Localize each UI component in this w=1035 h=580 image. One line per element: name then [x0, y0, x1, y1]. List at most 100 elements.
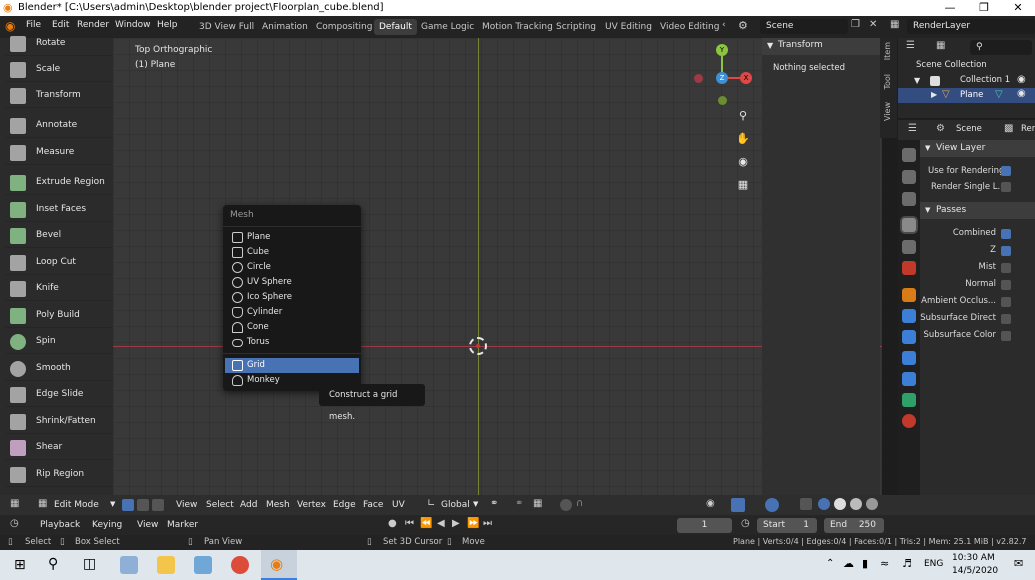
wifi-icon[interactable]: ≈ — [880, 557, 889, 570]
header-menu-face[interactable]: Face — [363, 500, 383, 510]
menu-file[interactable]: File — [26, 20, 41, 30]
camera-icon[interactable]: ◉ — [733, 152, 753, 172]
start-frame-field[interactable]: Start 1 — [757, 518, 817, 533]
notification-icon[interactable]: ✉ — [1014, 557, 1023, 570]
app-icon-1[interactable] — [120, 556, 138, 574]
clock-date[interactable]: 14/5/2020 — [952, 566, 998, 576]
pan-hand-icon[interactable]: ✋ — [733, 129, 753, 149]
data-props-icon[interactable] — [902, 393, 916, 407]
timeline-editor-icon[interactable]: ◷ — [10, 518, 19, 529]
collection-checkbox[interactable] — [930, 76, 940, 86]
chrome-icon[interactable] — [231, 556, 249, 574]
header-menu-uv[interactable]: UV — [392, 500, 405, 510]
menu-item-plane[interactable]: Plane — [225, 230, 359, 245]
show-hidden-icon[interactable]: ⌃ — [826, 558, 834, 569]
scene-tab[interactable]: Scene — [956, 124, 982, 134]
modifier-props-icon[interactable] — [902, 309, 916, 323]
tool-shear[interactable]: Shear — [6, 436, 111, 460]
edge-select-icon[interactable] — [137, 499, 149, 511]
workspace-tab-default[interactable]: Default — [374, 19, 417, 35]
gizmo-y-icon[interactable]: Y — [716, 44, 728, 56]
world-props-icon[interactable] — [902, 261, 916, 275]
scene-props-icon[interactable] — [902, 240, 916, 254]
object-props-icon[interactable] — [902, 288, 916, 302]
renderlayer-field[interactable]: RenderLayer — [907, 19, 1035, 34]
tool-scale[interactable]: Scale — [6, 58, 111, 82]
gizmo-neg-y-icon[interactable] — [718, 96, 727, 105]
eye-icon[interactable]: ◉ — [1017, 88, 1026, 99]
task-view-icon[interactable]: ◫ — [83, 556, 96, 572]
tool-extrude-region[interactable]: Extrude Region — [6, 171, 111, 195]
ortho-grid-icon[interactable]: ▦ — [733, 175, 753, 195]
header-menu-vertex[interactable]: Vertex — [297, 500, 326, 510]
scene-selector-icon[interactable]: ⚙ — [738, 19, 748, 32]
blender-menu-icon[interactable]: ◉ — [5, 19, 15, 33]
workspace-tab-animation[interactable]: Animation — [257, 19, 313, 35]
orientation-selector[interactable]: Global — [441, 500, 470, 510]
view-layer-props-icon[interactable] — [902, 218, 916, 232]
pass-checkbox[interactable] — [1001, 331, 1011, 341]
menu-item-uv-sphere[interactable]: UV Sphere — [225, 275, 359, 290]
end-frame-field[interactable]: End 250 — [824, 518, 884, 533]
tool-smooth[interactable]: Smooth — [6, 357, 111, 381]
tab-item[interactable]: Item — [883, 42, 892, 60]
workspace-tab-compositing[interactable]: Compositing — [311, 19, 377, 35]
particles-props-icon[interactable] — [902, 330, 916, 344]
workspace-tab-scripting[interactable]: Scripting — [551, 19, 601, 35]
editor-type-icon[interactable]: ▦ — [10, 498, 19, 509]
timeline-menu-marker[interactable]: Marker — [167, 520, 198, 530]
collection-item[interactable]: Collection 1 — [960, 75, 1010, 85]
scene-collection[interactable]: Scene Collection — [916, 60, 987, 70]
menu-render[interactable]: Render — [77, 20, 109, 30]
new-scene-icon[interactable]: ❐ — [851, 19, 860, 30]
volume-icon[interactable]: ♬ — [902, 557, 912, 570]
menu-help[interactable]: Help — [157, 20, 178, 30]
pass-checkbox[interactable] — [1001, 297, 1011, 307]
windows-start-icon[interactable]: ⊞ — [14, 557, 26, 573]
record-icon[interactable]: ● — [388, 518, 397, 529]
menu-item-torus[interactable]: Torus — [225, 335, 359, 350]
menu-edit[interactable]: Edit — [52, 20, 69, 30]
output-props-icon[interactable] — [902, 192, 916, 206]
language-indicator[interactable]: ENG — [924, 559, 943, 569]
outliner-display-icon[interactable]: ☰ — [906, 40, 915, 51]
timeline-menu-playback[interactable]: Playback — [40, 520, 80, 530]
pivot-icon[interactable]: ⚭ — [490, 498, 498, 509]
eye-icon[interactable]: ◉ — [1017, 74, 1026, 85]
play-icon[interactable]: ▶ — [452, 518, 460, 529]
header-menu-mesh[interactable]: Mesh — [266, 500, 290, 510]
pass-checkbox[interactable] — [1001, 263, 1011, 273]
outliner-search-input[interactable]: ⚲ — [970, 40, 1032, 55]
header-menu-select[interactable]: Select — [206, 500, 234, 510]
tool-measure[interactable]: Measure — [6, 141, 111, 165]
tool-transform[interactable]: Transform — [6, 84, 111, 108]
tool-rotate[interactable]: Rotate — [6, 32, 111, 56]
transform-header[interactable]: ▼ Transform — [762, 38, 880, 55]
header-menu-view[interactable]: View — [176, 500, 197, 510]
wireframe-shading-icon[interactable] — [818, 498, 830, 510]
chevron-left-icon[interactable]: ‹ — [722, 20, 726, 30]
outliner-row-plane[interactable]: ▶ ▽ Plane ▽ ◉ — [898, 88, 1035, 103]
clock-time[interactable]: 10:30 AM — [952, 553, 995, 563]
pass-checkbox[interactable] — [1001, 280, 1011, 290]
tool-edge-slide[interactable]: Edge Slide — [6, 383, 111, 407]
render-single-checkbox[interactable] — [1001, 182, 1011, 192]
tool-spin[interactable]: Spin — [6, 330, 111, 354]
tool-knife[interactable]: Knife — [6, 277, 111, 301]
workspace-tab-motiontracking[interactable]: Motion Tracking — [477, 19, 558, 35]
gizmo-x-icon[interactable]: X — [740, 72, 752, 84]
menu-item-circle[interactable]: Circle — [225, 260, 359, 275]
visibility-icon[interactable]: ◉ — [706, 498, 715, 509]
delete-scene-icon[interactable]: ✕ — [869, 19, 877, 30]
restore-icon[interactable]: ❐ — [967, 0, 1001, 16]
render-tab[interactable]: Rer — [1021, 124, 1035, 134]
snap-icon[interactable]: ⚭ — [515, 498, 523, 509]
tool-bevel[interactable]: Bevel — [6, 224, 111, 248]
use-for-rendering-checkbox[interactable] — [1001, 166, 1011, 176]
gizmo-z-icon[interactable]: Z — [716, 72, 728, 84]
play-reverse-icon[interactable]: ◀ — [437, 518, 445, 529]
minimize-icon[interactable]: — — [933, 0, 967, 16]
zoom-icon[interactable]: ⚲ — [733, 106, 753, 126]
workspace-tab-gamelogic[interactable]: Game Logic — [416, 19, 479, 35]
workspace-tab-videoediting[interactable]: Video Editing — [655, 19, 724, 35]
